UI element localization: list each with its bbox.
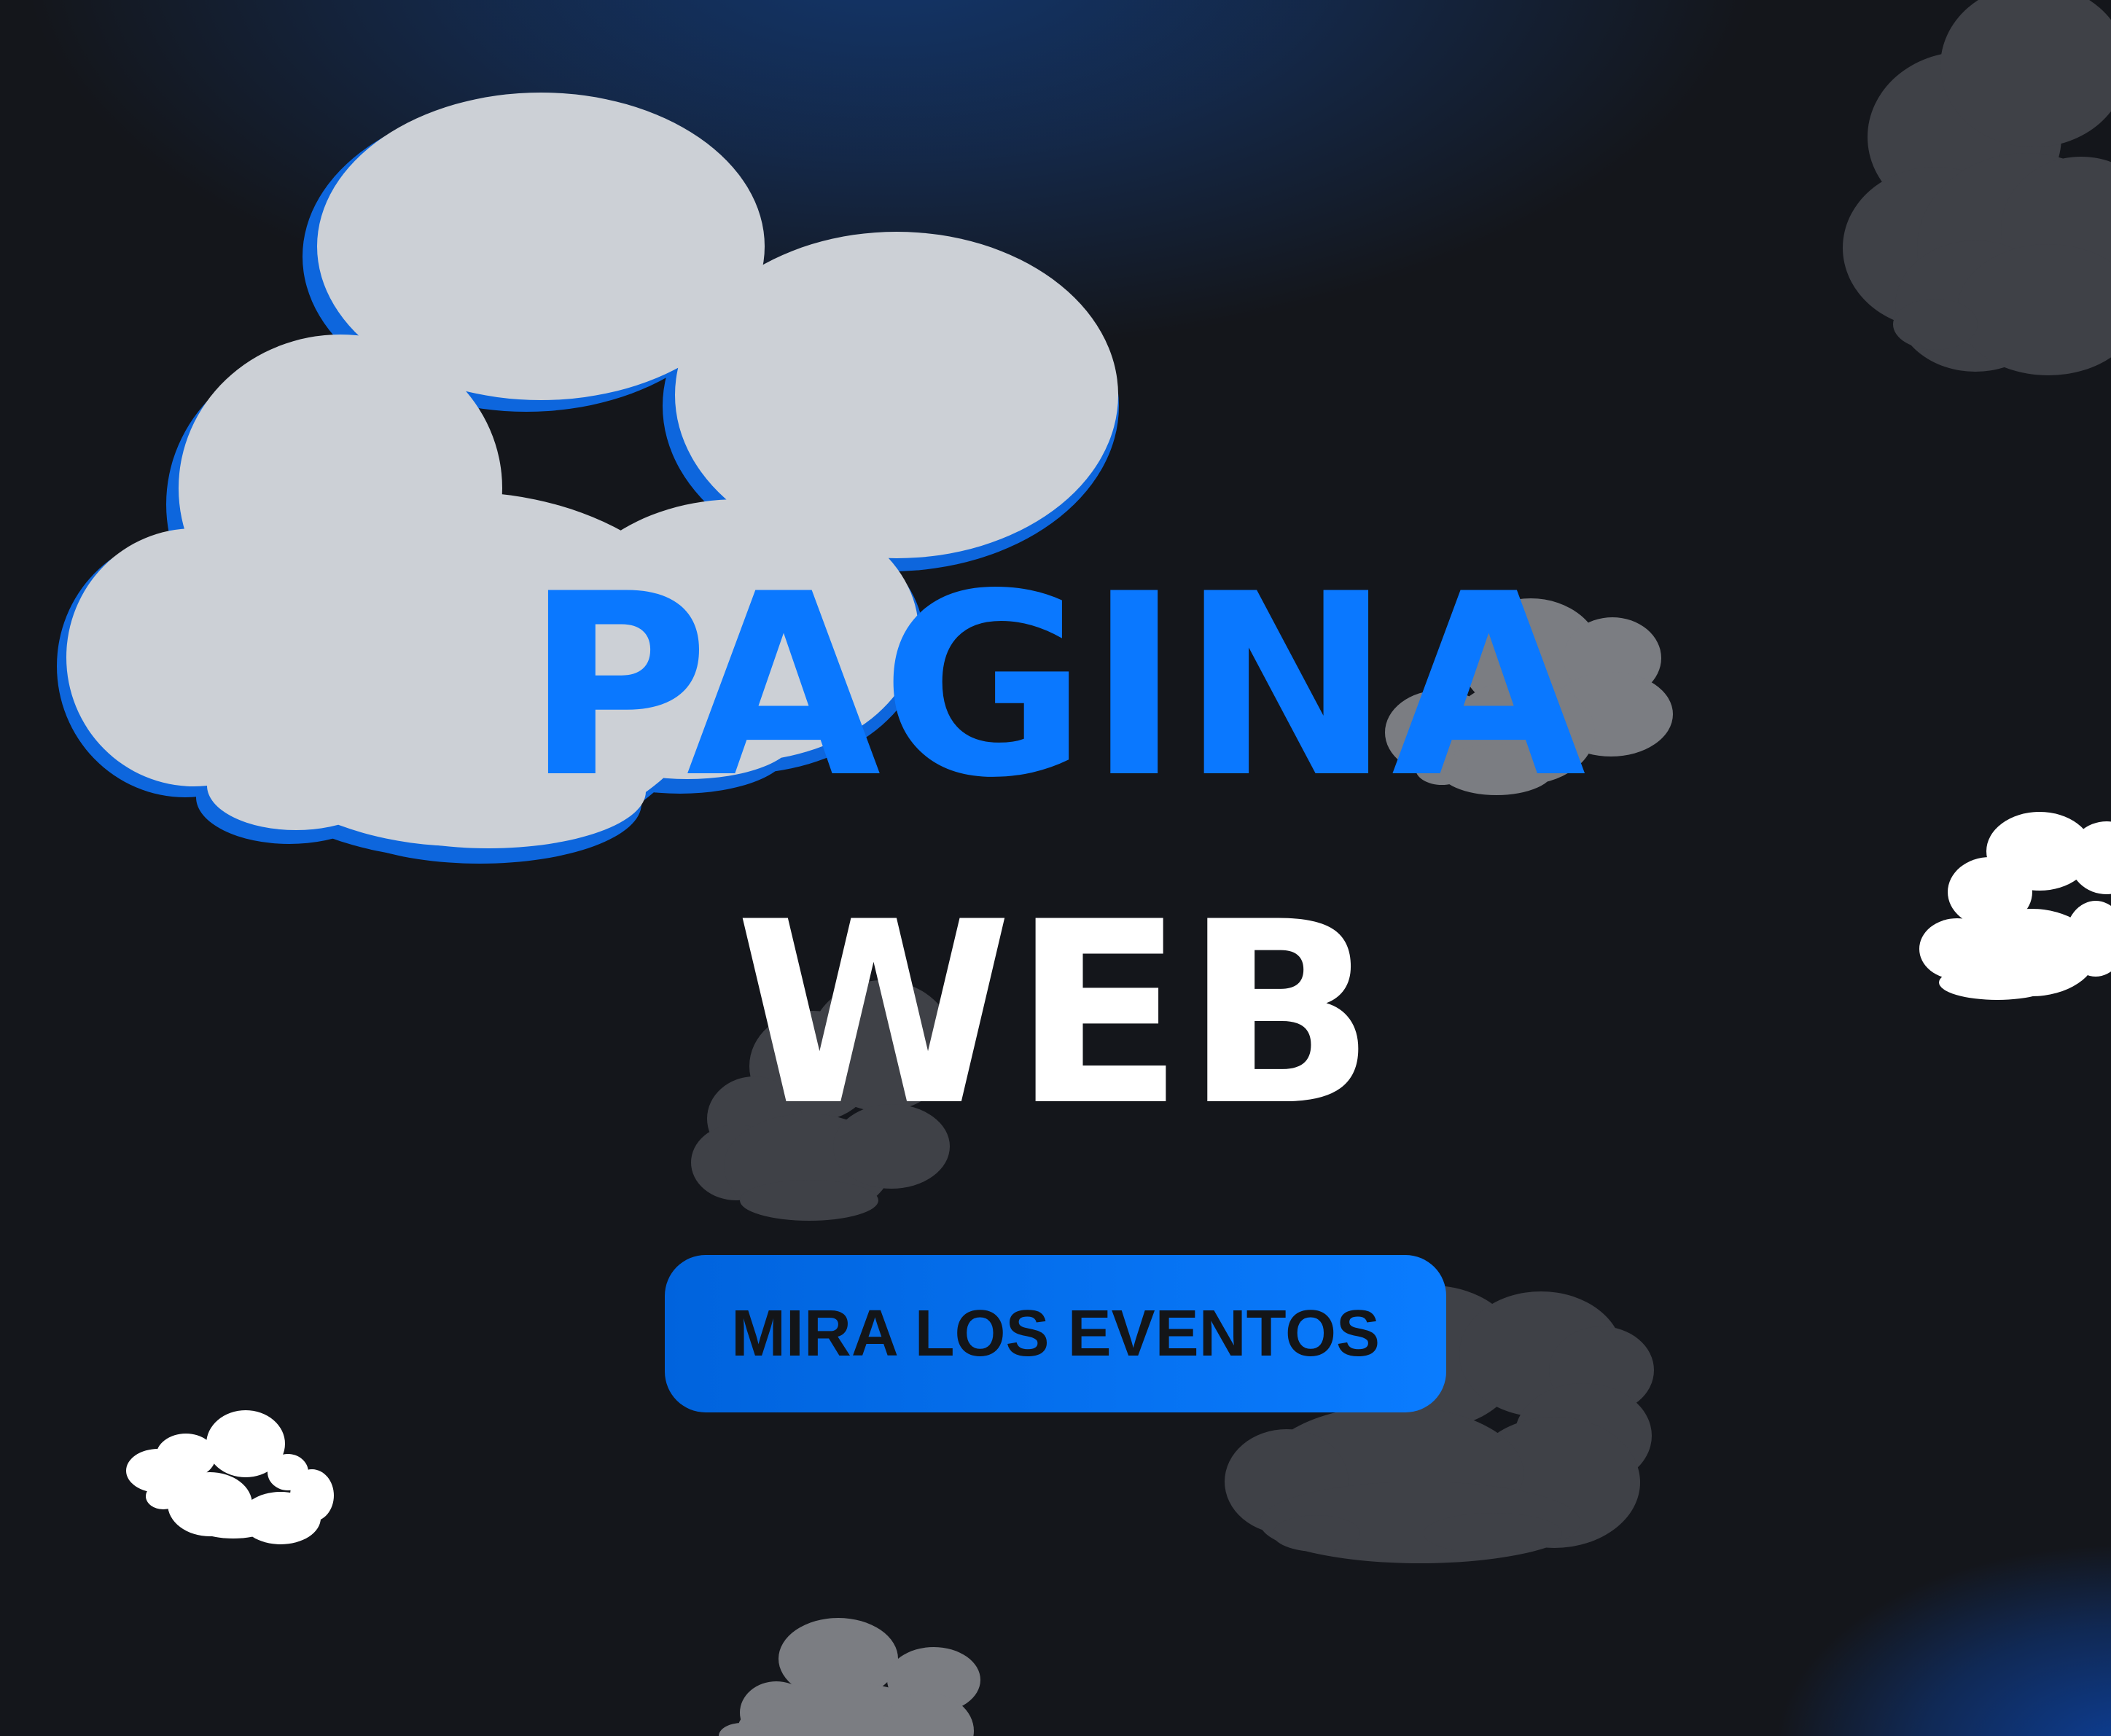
hero-title-top: PAGINA — [525, 541, 1586, 833]
cloud-layer — [57, 0, 2111, 1736]
left-white-cloud-icon — [126, 1410, 334, 1544]
bottom-center-cloud-icon — [719, 1618, 980, 1736]
hero-scene: PAGINA WEB MIRA LOS EVENTOS — [0, 0, 2111, 1736]
top-right-cloud-icon — [1843, 0, 2111, 375]
hero-title-bottom: WEB — [735, 869, 1376, 1161]
view-events-button-label: MIRA LOS EVENTOS — [730, 1297, 1381, 1370]
view-events-button[interactable]: MIRA LOS EVENTOS — [665, 1255, 1446, 1412]
